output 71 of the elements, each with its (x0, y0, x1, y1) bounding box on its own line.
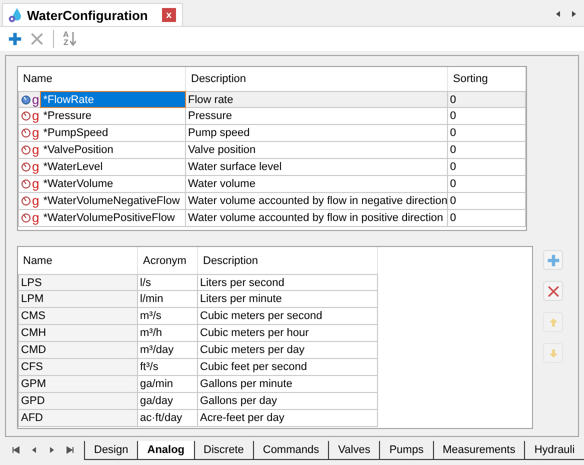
previous-sheet-icon[interactable] (30, 446, 38, 454)
table-cell: GPD (18, 393, 138, 410)
table-cell: 0 (448, 159, 526, 176)
table-cell: Cubic feet per second (198, 359, 378, 376)
table-cell: g *WaterLevel (18, 159, 186, 176)
table-cell: ga/day (138, 393, 198, 410)
table-cell: Liters per second (198, 274, 378, 291)
table-cell: Pump speed (186, 125, 448, 142)
next-sheet-icon[interactable] (48, 446, 56, 454)
table-cell: l/min (138, 291, 198, 308)
table-cell: Water volume accounted by flow in positive direction (186, 210, 448, 227)
table-cell: m³/day (138, 342, 198, 359)
sheet-tab[interactable]: Design (84, 441, 138, 460)
table-cell: Valve position (186, 142, 448, 159)
table-cell: ft³/s (138, 359, 198, 376)
table-cell: m³/s (138, 308, 198, 325)
table-cell: 0 (448, 176, 526, 193)
table-cell: ac·ft/day (138, 410, 198, 427)
table-cell: g *WaterVolume (18, 176, 186, 193)
table-cell: 0 (448, 210, 526, 227)
table-cell: g *ValvePosition (18, 142, 186, 159)
table-cell: 0 (448, 125, 526, 142)
table-cell: AFD (18, 410, 138, 427)
cross-icon (546, 284, 560, 298)
table-cell: Cubic meters per hour (198, 325, 378, 342)
plus-icon (8, 32, 22, 46)
table-cell: Gallons per day (198, 393, 378, 410)
table-cell: GPM (18, 376, 138, 393)
plus-icon (546, 254, 560, 266)
table-cell: Flow rate (186, 91, 448, 108)
table-cell: Water surface level (186, 159, 448, 176)
table-cell: g *WaterVolumePositiveFlow (18, 210, 186, 227)
table-cell: m³/h (138, 325, 198, 342)
table-cell: LPM (18, 291, 138, 308)
table-cell: CFS (18, 359, 138, 376)
table-cell: 0 (448, 142, 526, 159)
table-cell: 0 (448, 193, 526, 210)
table-cell: LPS (18, 274, 138, 291)
table-cell: g *Pressure (18, 108, 186, 125)
arrow-up-icon (548, 316, 558, 328)
first-sheet-icon[interactable] (12, 446, 20, 454)
close-button[interactable]: x (162, 8, 176, 22)
table-cell: g *FlowRate (18, 91, 186, 108)
delete-button[interactable] (543, 281, 563, 301)
table-cell: g *WaterVolumeNegativeFlow (18, 193, 186, 210)
table-cell: Cubic meters per day (198, 342, 378, 359)
table-cell: Cubic meters per second (198, 308, 378, 325)
table-cell: Pressure (186, 108, 448, 125)
table-cell: CMS (18, 308, 138, 325)
cross-icon (30, 32, 44, 46)
table-cell: g *PumpSpeed (18, 125, 186, 142)
table-cell: 0 (448, 108, 526, 125)
table-cell: Gallons per minute (198, 376, 378, 393)
table-cell: Liters per minute (198, 291, 378, 308)
table-cell: CMD (18, 342, 138, 359)
table-cell: Acre-feet per day (198, 410, 378, 427)
sort-button[interactable]: A Z (61, 29, 78, 49)
table-cell: CMH (18, 325, 138, 342)
last-sheet-icon[interactable] (66, 446, 74, 454)
scroll-left-icon[interactable] (554, 10, 562, 18)
table-cell: Water volume (186, 176, 448, 193)
table-cell: Water volume accounted by flow in negative direction (186, 193, 448, 210)
document-title: WaterConfiguration (27, 8, 148, 22)
scroll-right-icon[interactable] (570, 10, 578, 18)
document-tab[interactable]: WaterConfiguration x (2, 3, 183, 26)
arrow-down-icon (548, 348, 558, 358)
table-cell: ga/min (138, 376, 198, 393)
table-cell: 0 (448, 91, 526, 108)
arrow-down-icon (70, 32, 76, 46)
sheet-tab[interactable]: Analog (137, 441, 195, 460)
table-cell: l/s (138, 274, 198, 291)
